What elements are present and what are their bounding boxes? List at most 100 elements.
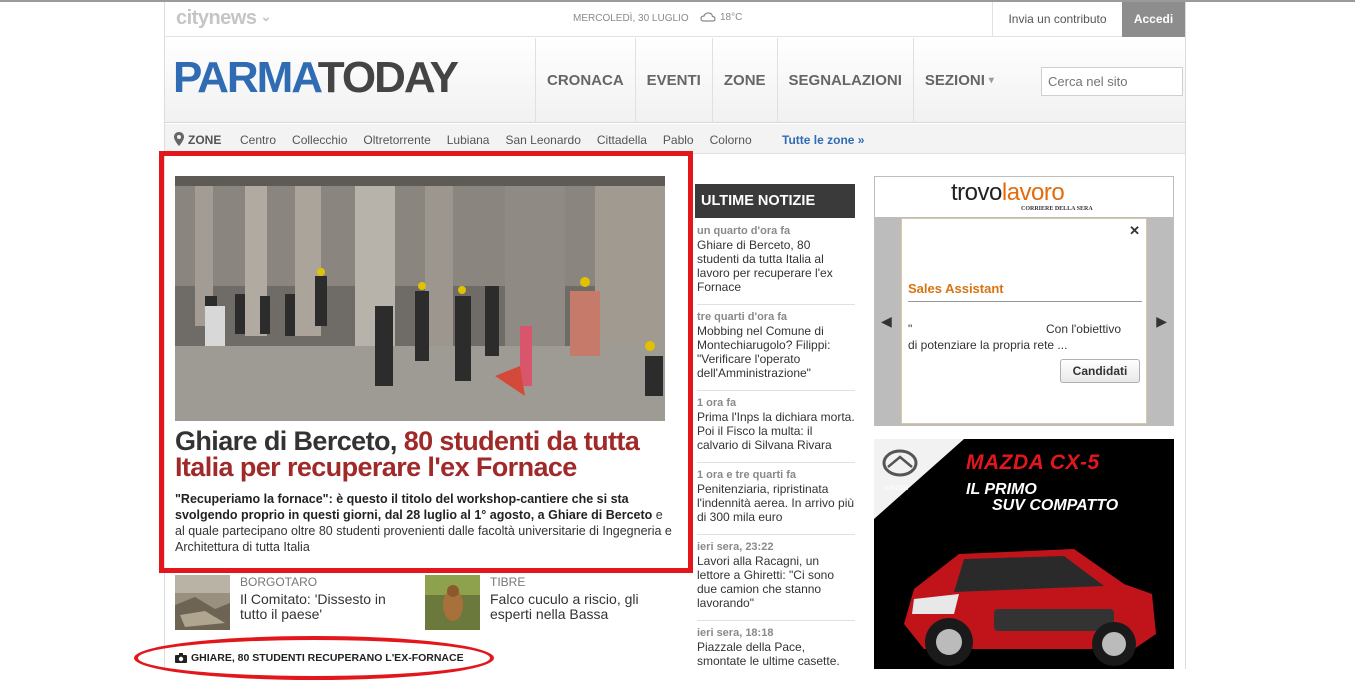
falcon-thumbnail-image (425, 575, 480, 630)
zone-link[interactable]: Centro (240, 133, 276, 147)
latest-news-header: ULTIME NOTIZIE (695, 184, 855, 218)
news-item[interactable]: ieri sera, 18:18 Piazzale della Pace, sm… (697, 626, 855, 668)
mazda-brand: mazda (884, 483, 909, 492)
story-category: TIBRE (490, 575, 526, 589)
news-title: Prima l'Inps la dichiara morta. Poi il F… (697, 410, 855, 452)
all-zones-link[interactable]: Tutte le zone » (782, 133, 864, 147)
suv-car-image (904, 549, 1156, 666)
close-icon[interactable]: ✕ (1129, 223, 1140, 239)
apply-button[interactable]: Candidati (1060, 359, 1140, 383)
news-time: un quarto d'ora fa (697, 225, 791, 237)
zone-link[interactable]: Pablo (663, 133, 694, 147)
news-time: ieri sera, 18:18 (697, 627, 774, 639)
trovolavoro-subtitle: CORRIERE DELLA SERA (1021, 206, 1093, 212)
news-title: Ghiare di Berceto, 80 studenti da tutta … (697, 238, 833, 294)
mazda-title: MAZDA CX-5 (966, 451, 1100, 474)
lead-photo-image (175, 176, 665, 421)
lead-headline[interactable]: Ghiare di Berceto, 80 studenti da tutta … (175, 428, 685, 481)
trovolavoro-ad: trovolavoro CORRIERE DELLA SERA ◀ ✕ Sale… (874, 176, 1174, 426)
news-time: ieri sera, 23:22 (697, 541, 774, 553)
gallery-link[interactable]: GHIARE, 80 STUDENTI RECUPERANO L'EX-FORN… (175, 652, 464, 664)
story-thumbnail[interactable] (175, 575, 230, 630)
arrow-right-icon[interactable]: ▶ (1156, 313, 1167, 330)
zone-link[interactable]: Oltretorrente (363, 133, 430, 147)
mazda-ad[interactable]: mazda MAZDA CX-5 IL PRIMO SUV COMPATTO (874, 439, 1174, 669)
story-thumbnail[interactable] (425, 575, 480, 630)
lead-abstract: "Recuperiamo la fornace": è questo il ti… (175, 491, 675, 555)
divider (697, 620, 855, 621)
citynews-logo: citynews (176, 7, 257, 29)
site-logo[interactable]: PARMATODAY (173, 53, 459, 102)
logo-part-parma: PARMA (173, 53, 320, 102)
temperature: 18°C (720, 12, 743, 23)
landslide-thumbnail-image (175, 575, 230, 630)
story-title[interactable]: Il Comitato: 'Dissesto in tutto il paese… (240, 592, 410, 622)
zone-link[interactable]: Collecchio (292, 133, 347, 147)
nav-sezioni-label: SEZIONI (924, 72, 985, 89)
citynews-menu[interactable]: citynews ⌄ (176, 7, 271, 30)
mazda-tagline-2: SUV COMPATTO (992, 497, 1119, 514)
mazda-corner-banner (874, 439, 964, 519)
current-date: MERCOLEDÌ, 30 LUGLIO (573, 13, 689, 24)
zones-list: Centro Collecchio Oltretorrente Lubiana … (240, 133, 768, 147)
news-title: Mobbing nel Comune di Montechiarugolo? F… (697, 324, 831, 380)
news-item[interactable]: tre quarti d'ora fa Mobbing nel Comune d… (697, 310, 855, 380)
map-pin-icon (174, 132, 184, 146)
trovolavoro-logo-part2: lavoro (1001, 179, 1065, 206)
nav-eventi[interactable]: EVENTI (634, 38, 712, 123)
arrow-left-icon[interactable]: ◀ (881, 313, 892, 330)
job-description-line1: " Con l'obiettivo (908, 322, 1142, 336)
news-item[interactable]: un quarto d'ora fa Ghiare di Berceto, 80… (697, 224, 855, 294)
camera-icon (175, 653, 187, 663)
divider (697, 462, 855, 463)
search-input[interactable] (1041, 67, 1183, 96)
news-time: tre quarti d'ora fa (697, 311, 788, 323)
trovolavoro-carousel: ◀ ✕ Sales Assistant " Con l'obiettivo di … (875, 217, 1173, 425)
contribute-button[interactable]: Invia un contributo (992, 2, 1122, 37)
divider (697, 534, 855, 535)
news-item[interactable]: 1 ora e tre quarti fa Penitenziaria, rip… (697, 468, 855, 524)
trovolavoro-logo-part1: trovo (951, 179, 1002, 206)
lead-photo[interactable] (175, 176, 665, 421)
site-header: PARMATODAY CRONACA EVENTI ZONE SEGNALAZI… (165, 38, 1185, 123)
news-item[interactable]: ieri sera, 23:22 Lavori alla Racagni, un… (697, 540, 855, 610)
chevron-down-icon: ▾ (988, 75, 994, 86)
nav-cronaca[interactable]: CRONACA (535, 38, 635, 123)
trovolavoro-logo[interactable]: trovolavoro (951, 179, 1065, 207)
news-title: Piazzale della Pace, smontate le ultime … (697, 640, 840, 668)
story-category: BORGOTARO (240, 575, 318, 589)
chevron-down-icon: ⌄ (260, 9, 271, 24)
job-card: ✕ Sales Assistant " Con l'obiettivo di po… (901, 218, 1147, 424)
job-description-line2: di potenziare la propria rete ... (908, 338, 1068, 352)
news-title: Penitenziaria, ripristinata l'indennità … (697, 482, 855, 524)
job-description-start: Con l'obiettivo (1046, 322, 1121, 336)
zone-link[interactable]: Colorno (710, 133, 752, 147)
story-title[interactable]: Falco cuculo a riscio, gli esperti nella… (490, 592, 660, 622)
gallery-caption: GHIARE, 80 STUDENTI RECUPERANO L'EX-FORN… (191, 652, 464, 664)
divider (697, 390, 855, 391)
news-time: 1 ora e tre quarti fa (697, 469, 797, 481)
divider (908, 301, 1142, 302)
zones-label-text: ZONE (188, 133, 222, 147)
utility-bar: citynews ⌄ MERCOLEDÌ, 30 LUGLIO 18°C Invi… (165, 2, 1185, 37)
nav-segnalazioni[interactable]: SEGNALAZIONI (776, 38, 913, 123)
login-button[interactable]: Accedi (1122, 2, 1185, 37)
zone-link[interactable]: Lubiana (447, 133, 490, 147)
news-time: 1 ora fa (697, 397, 737, 409)
job-title[interactable]: Sales Assistant (908, 281, 1004, 296)
zone-link[interactable]: Cittadella (597, 133, 647, 147)
nav-zone[interactable]: ZONE (711, 38, 777, 123)
zones-bar: ZONE Centro Collecchio Oltretorrente Lub… (165, 124, 1185, 154)
divider (697, 304, 855, 305)
zone-link[interactable]: San Leonardo (505, 133, 580, 147)
cloud-icon (700, 12, 716, 22)
logo-part-today: TODAY (317, 53, 459, 102)
main-nav: CRONACA EVENTI ZONE SEGNALAZIONI SEZIONI… (535, 38, 1005, 123)
zones-label: ZONE (174, 132, 221, 147)
news-item[interactable]: 1 ora fa Prima l'Inps la dichiara morta.… (697, 396, 855, 452)
nav-sezioni[interactable]: SEZIONI ▾ (912, 38, 1005, 123)
lead-abstract-bold: "Recuperiamo la fornace": è questo il ti… (175, 492, 653, 522)
job-quote: " (908, 322, 913, 336)
weather: 18°C (700, 11, 742, 23)
news-title: Lavori alla Racagni, un lettore a Ghiret… (697, 554, 834, 610)
